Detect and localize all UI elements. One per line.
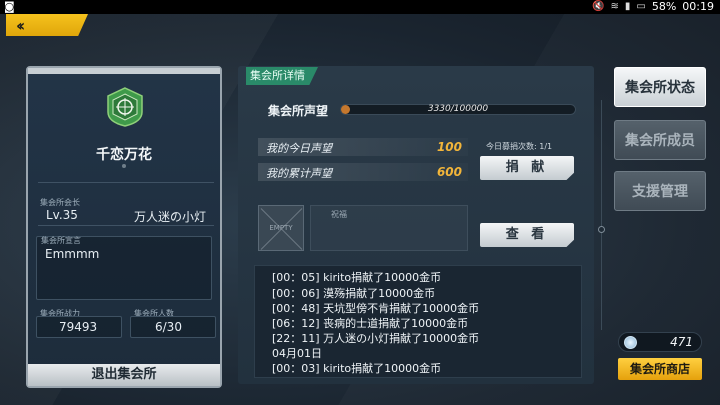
blessing-label: 祝福 (331, 210, 347, 219)
today-reputation-row: 我的今日声望 100 (258, 138, 468, 156)
status-bar: ◙ 🔇 ≋ ▮ ▭ 58% 00:19 (0, 0, 720, 14)
motto-label: 集会所宣言 (41, 236, 81, 245)
reputation-value: 3330/100000 (427, 104, 489, 114)
log-line: [06：12] 丧病的士道捐献了10000金币 (272, 317, 469, 330)
motto-box: 集会所宣言 Emmmm (36, 236, 212, 300)
reputation-bar: 3330/100000 (340, 104, 576, 115)
clock: 00:19 (682, 0, 714, 13)
log-date: 04月01日 (272, 347, 322, 360)
currency-value: 471 (670, 335, 693, 349)
power-box: 79493 (36, 316, 122, 338)
blessing-box: 祝福 (310, 205, 468, 251)
today-reputation-value: 100 (436, 140, 462, 154)
log-line: [00：03] kirito捐献了10000金币 (272, 362, 442, 375)
guild-members: 6/30 (155, 320, 182, 334)
total-reputation-value: 600 (436, 165, 462, 179)
guild-motto: Emmmm (45, 247, 100, 261)
total-reputation-row: 我的累计声望 600 (258, 163, 468, 181)
log-line: [00：48] 天坑型傍不肯捐献了10000金币 (272, 302, 480, 315)
exit-guild-button[interactable]: 退出集会所 (28, 364, 220, 386)
log-line: [22：11] 万人迷の小灯捐献了10000金币 (272, 332, 480, 345)
view-button[interactable]: 查 看 (480, 223, 574, 247)
divider (38, 182, 214, 183)
guild-name: 千恋万花 (96, 147, 152, 163)
signal-icon: ▮ (624, 1, 631, 12)
guild-emblem-icon (107, 87, 143, 127)
wifi-icon: ≋ (610, 1, 619, 12)
crystal-icon (624, 336, 637, 349)
log-line: [00：06] 漠殇捐献了10000金币 (272, 287, 436, 300)
notification-icon: ◙ (4, 0, 15, 13)
currency-display: 471 (618, 332, 702, 352)
mute-icon: 🔇 (592, 1, 605, 12)
members-box: 6/30 (130, 316, 216, 338)
tab-support-management[interactable]: 支援管理 (614, 171, 706, 211)
guild-level: Lv.35 (46, 208, 78, 222)
reputation-label: 集会所声望 (268, 104, 329, 118)
panel-top-bar (28, 68, 220, 74)
empty-slot-label: EMPTY (269, 224, 293, 232)
divider (38, 225, 214, 226)
back-chevron-icon: ‹‹ (16, 15, 25, 35)
leader-name: 万人迷の小灯 (134, 210, 207, 224)
back-button[interactable]: ‹‹ (6, 14, 88, 36)
donate-count: 今日募捐次数: 1/1 (486, 142, 553, 151)
battery-icon: ▭ (636, 1, 646, 12)
tab-guild-details: 集会所详情 (246, 67, 318, 85)
divider-dot (122, 164, 126, 168)
donate-button[interactable]: 捐 献 (480, 156, 574, 180)
total-reputation-label: 我的累计声望 (266, 167, 332, 180)
tab-guild-status[interactable]: 集会所状态 (614, 67, 706, 107)
guild-power: 79493 (59, 320, 98, 334)
today-reputation-label: 我的今日声望 (266, 142, 332, 155)
log-line: [00：05] kirito捐献了10000金币 (272, 271, 442, 284)
empty-slot[interactable]: EMPTY (258, 205, 304, 251)
guild-info-panel: 千恋万花 集会所会长 Lv.35 万人迷の小灯 集会所宣言 Emmmm 集会所战… (26, 66, 222, 388)
scroll-track (601, 100, 602, 330)
scroll-handle[interactable] (598, 226, 605, 233)
tab-guild-members[interactable]: 集会所成员 (614, 120, 706, 160)
battery-percent: 58% (651, 0, 677, 13)
guild-shop-button[interactable]: 集会所商店 (618, 358, 702, 380)
leader-label: 集会所会长 (40, 198, 80, 207)
